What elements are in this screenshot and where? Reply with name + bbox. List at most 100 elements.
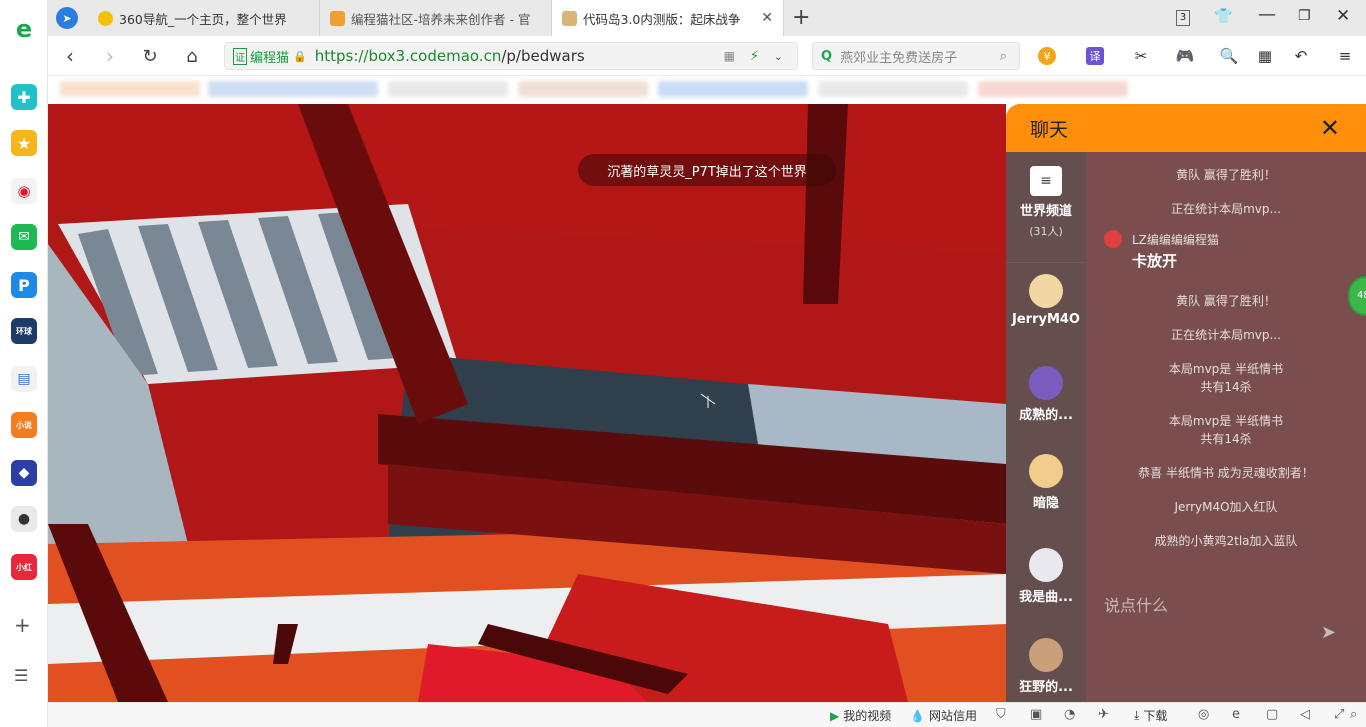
ie-icon[interactable]: e — [1232, 707, 1240, 722]
channel-user-5[interactable]: 狂野的... — [1006, 638, 1086, 695]
menu-list-icon[interactable]: ☰ — [14, 666, 28, 685]
game-scene — [48, 104, 1006, 702]
box-favicon-icon — [562, 10, 577, 26]
translate-icon[interactable]: 译 — [1086, 47, 1104, 65]
plus-app-icon[interactable]: ✚ — [11, 84, 37, 110]
download-button[interactable]: ⤓ 下载 — [1134, 707, 1167, 724]
favorites-star-icon[interactable]: ★ — [11, 130, 37, 156]
restore-icon[interactable]: ❐ — [1298, 8, 1311, 24]
qr-code-icon[interactable]: ▦ — [724, 49, 735, 63]
rocket-icon[interactable]: ✈ — [1098, 707, 1109, 722]
drop-icon: 💧 — [910, 708, 925, 723]
tab-title: 代码岛3.0内测版：起床战争 — [583, 11, 741, 27]
channel-divider — [1006, 262, 1086, 263]
new-tab-button[interactable]: + — [792, 5, 810, 30]
message-text: 本局mvp是 半纸情书 — [1168, 414, 1284, 428]
chat-header: 聊天 ✕ — [1006, 104, 1366, 152]
channel-user-3[interactable]: 暗隐 — [1006, 454, 1086, 511]
speed-icon[interactable]: ◔ — [1064, 707, 1075, 722]
window-icon[interactable]: ▢ — [1266, 707, 1278, 722]
channel-user-4[interactable]: 我是曲... — [1006, 548, 1086, 605]
codemao-favicon-icon — [330, 10, 345, 26]
avatar — [1104, 230, 1122, 248]
pet-app-icon[interactable]: ● — [11, 506, 37, 532]
shirt-skin-icon[interactable]: 👕 — [1214, 7, 1233, 25]
fullscreen-icon[interactable]: ⤢ — [1334, 707, 1344, 722]
nav-arrow-icon[interactable]: ➤ — [56, 7, 78, 29]
back-icon[interactable]: ‹ — [58, 44, 82, 68]
bookmark-item[interactable] — [818, 81, 968, 97]
browser-logo-icon[interactable]: e — [11, 15, 37, 43]
gamepad-icon[interactable]: 🎮 — [1174, 45, 1196, 67]
chat-input[interactable]: 说点什么 — [1104, 592, 1354, 652]
chevron-down-icon[interactable]: ⌄ — [774, 50, 783, 63]
bookmark-item[interactable] — [978, 81, 1128, 97]
p-app-icon[interactable]: P — [11, 272, 37, 298]
glasses-icon[interactable]: ◎ — [1198, 707, 1209, 722]
channel-name: 狂野的... — [1019, 680, 1073, 695]
game-canvas[interactable]: 沉著的草灵灵_P7T掉出了这个世界 — [48, 104, 1006, 702]
tab-title: 360导航_一个主页，整个世界 — [119, 11, 287, 27]
bookmark-item[interactable] — [388, 81, 508, 97]
news-app-icon[interactable]: 环球 — [11, 318, 37, 344]
channel-user-jerry[interactable]: JerryM4O — [1006, 274, 1086, 327]
tab-codemao-community[interactable]: 编程猫社区-培养未来创作者 - 官 — [320, 0, 552, 36]
mail-icon[interactable]: ✉ — [11, 224, 37, 250]
system-message: 成熟的小黄鸡2tla加入蓝队 — [1154, 534, 1298, 548]
cert-badge: 证 — [233, 47, 247, 65]
my-video-button[interactable]: ▶ 我的视频 — [830, 707, 891, 724]
shield-icon[interactable]: ⛉ — [996, 707, 1006, 722]
channel-world[interactable]: ≡ 世界频道 (31人) — [1006, 166, 1086, 239]
send-icon[interactable]: ➤ — [1321, 622, 1336, 643]
tab-360-nav[interactable]: 360导航_一个主页，整个世界 — [88, 0, 320, 36]
undo-icon[interactable]: ↶ — [1290, 45, 1312, 67]
site-credit-button[interactable]: 💧 网站信用 — [910, 707, 977, 724]
bookmark-item[interactable] — [658, 81, 808, 97]
search-icon[interactable]: ⌕ — [1000, 49, 1007, 64]
status-label: 下载 — [1143, 709, 1168, 723]
forward-icon[interactable]: › — [98, 44, 122, 68]
scissors-icon[interactable]: ✂ — [1130, 45, 1152, 67]
message-subtext: 共有14杀 — [1200, 432, 1252, 446]
bookmark-bar — [48, 76, 1366, 104]
system-message: 正在统计本局mvp... — [1171, 328, 1281, 342]
home-icon[interactable]: ⌂ — [180, 44, 204, 68]
magnifier-icon[interactable]: 🔍 — [1218, 45, 1240, 67]
lock-icon: 🔒 — [293, 49, 307, 63]
close-icon[interactable]: ✕ — [1320, 116, 1340, 140]
menu-icon[interactable]: ≡ — [1334, 45, 1356, 67]
360-favicon-icon — [98, 10, 113, 26]
system-message: 黄队 赢得了胜利！ — [1176, 168, 1276, 182]
weibo-icon[interactable]: ◉ — [11, 178, 37, 204]
channel-user-2[interactable]: 成熟的... — [1006, 366, 1086, 423]
game-app-icon[interactable]: ◆ — [11, 460, 37, 486]
bookmark-item[interactable] — [208, 81, 378, 97]
url-text[interactable]: https://box3.codemao.cn/p/bedwars — [315, 47, 585, 65]
close-tab-icon[interactable]: ✕ — [761, 10, 773, 26]
image-icon[interactable]: ▣ — [1030, 707, 1042, 722]
url-host: https://box3.codemao.cn — [314, 47, 502, 65]
address-bar[interactable]: 证 编程猫 🔒 https://box3.codemao.cn/p/bedwar… — [224, 42, 798, 70]
search-input[interactable]: Q 燕郊业主免费送房子 ⌕ — [812, 42, 1020, 70]
channel-name: 暗隐 — [1032, 496, 1059, 511]
bookmark-item[interactable] — [60, 81, 200, 97]
add-app-icon[interactable]: + — [14, 613, 31, 637]
tab-bedwars[interactable]: 代码岛3.0内测版：起床战争 ✕ — [552, 0, 784, 36]
tab-count-badge[interactable]: 3 — [1176, 10, 1190, 26]
shop-app-icon[interactable]: 小红 — [11, 554, 37, 580]
lightning-icon[interactable]: ⚡ — [750, 49, 759, 64]
novel-app-icon[interactable]: 小说 — [11, 412, 37, 438]
site-cert[interactable]: 证 编程猫 🔒 — [233, 47, 307, 66]
doc-app-icon[interactable]: ▤ — [11, 366, 37, 392]
minimize-icon[interactable]: — — [1258, 4, 1276, 25]
sound-icon[interactable]: ◁ — [1300, 707, 1310, 722]
yen-wallet-icon[interactable]: ¥ — [1038, 47, 1056, 65]
close-window-icon[interactable]: ✕ — [1336, 6, 1350, 26]
search-engine-icon[interactable]: Q — [821, 49, 832, 64]
bookmark-item[interactable] — [518, 81, 648, 97]
grid-apps-icon[interactable]: ▦ — [1254, 45, 1276, 67]
tab-title: 编程猫社区-培养未来创作者 - 官 — [351, 11, 531, 27]
message-username: LZ编编编编程猫 — [1132, 232, 1219, 247]
reload-icon[interactable]: ↻ — [138, 44, 162, 68]
zoom-icon[interactable]: ⌕ — [1350, 707, 1357, 722]
